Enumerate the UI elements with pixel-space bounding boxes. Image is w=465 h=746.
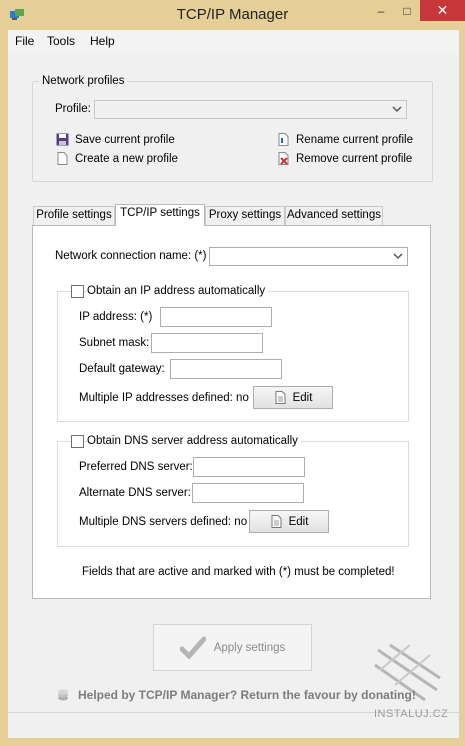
donate-link[interactable]: Helped by TCP/IP Manager? Return the fav…: [56, 688, 416, 702]
checkmark-icon: [179, 636, 206, 660]
document-icon: [275, 391, 286, 404]
save-profile-link[interactable]: Save current profile: [56, 133, 175, 146]
ip-address-field[interactable]: [160, 307, 272, 327]
multiple-dns-label: Multiple DNS servers defined: no: [79, 516, 248, 528]
floppy-disk-icon: [56, 133, 69, 146]
menu-bar: File Tools Help: [8, 30, 459, 52]
title-bar[interactable]: TCP/IP Manager – □ ✕: [0, 0, 465, 30]
default-gateway-label: Default gateway:: [79, 363, 165, 375]
obtain-dns-checkbox[interactable]: [71, 435, 84, 448]
new-document-icon: [57, 152, 68, 165]
connection-name-label: Network connection name: (*): [55, 250, 207, 262]
close-button[interactable]: ✕: [420, 0, 465, 21]
create-profile-label: Create a new profile: [75, 152, 178, 165]
minimize-button[interactable]: –: [368, 0, 394, 21]
rename-profile-link[interactable]: Rename current profile: [277, 133, 413, 146]
remove-profile-label: Remove current profile: [296, 152, 413, 165]
chevron-down-icon: [393, 253, 403, 260]
create-profile-link[interactable]: Create a new profile: [56, 152, 178, 165]
document-icon: [271, 515, 282, 528]
remove-profile-link[interactable]: Remove current profile: [277, 152, 412, 165]
chevron-down-icon: [392, 106, 402, 113]
edit-dns-label: Edit: [288, 515, 309, 528]
tab-tcpip-settings[interactable]: TCP/IP settings: [115, 204, 205, 226]
required-fields-note: Fields that are active and marked with (…: [82, 566, 395, 578]
edit-dns-button[interactable]: Edit: [249, 510, 329, 533]
rename-profile-label: Rename current profile: [296, 133, 413, 146]
menu-tools[interactable]: Tools: [47, 34, 75, 48]
apply-settings-label: Apply settings: [213, 641, 286, 654]
tab-advanced-settings[interactable]: Advanced settings: [285, 206, 383, 225]
watermark-text: INSTALUJ.CZ: [374, 708, 449, 720]
obtain-dns-label: Obtain DNS server address automatically: [87, 435, 301, 447]
donate-text: Helped by TCP/IP Manager? Return the fav…: [78, 688, 416, 702]
alternate-dns-label: Alternate DNS server:: [79, 487, 191, 499]
preferred-dns-label: Preferred DNS server:: [79, 461, 193, 473]
tab-proxy-settings[interactable]: Proxy settings: [205, 206, 285, 225]
network-profiles-group: [32, 81, 433, 182]
obtain-ip-checkbox[interactable]: [71, 285, 84, 298]
subnet-mask-field[interactable]: [151, 333, 263, 353]
menu-help[interactable]: Help: [90, 34, 115, 48]
edit-ip-label: Edit: [292, 391, 313, 404]
default-gateway-field[interactable]: [170, 359, 282, 379]
alternate-dns-field[interactable]: [192, 483, 304, 503]
apply-settings-button[interactable]: Apply settings: [153, 624, 312, 671]
remove-icon: [278, 152, 289, 165]
profile-select[interactable]: [94, 100, 407, 119]
save-profile-label: Save current profile: [75, 133, 175, 146]
obtain-ip-label: Obtain an IP address automatically: [87, 285, 269, 297]
connection-name-select[interactable]: [209, 247, 408, 266]
edit-ip-button[interactable]: Edit: [253, 386, 333, 409]
network-profiles-title: Network profiles: [39, 75, 128, 87]
ip-address-label: IP address: (*): [79, 311, 153, 323]
maximize-button[interactable]: □: [394, 0, 420, 21]
multiple-ip-label: Multiple IP addresses defined: no: [79, 392, 249, 404]
client-area: File Tools Help Network profiles Profile…: [8, 30, 459, 738]
watermark-logo: [374, 643, 441, 702]
subnet-mask-label: Subnet mask:: [79, 337, 150, 349]
coins-icon: [58, 689, 68, 701]
rename-icon: [278, 133, 289, 146]
tab-profile-settings[interactable]: Profile settings: [33, 206, 115, 225]
menu-file[interactable]: File: [15, 34, 34, 48]
preferred-dns-field[interactable]: [193, 457, 305, 477]
profile-label: Profile:: [55, 103, 91, 115]
